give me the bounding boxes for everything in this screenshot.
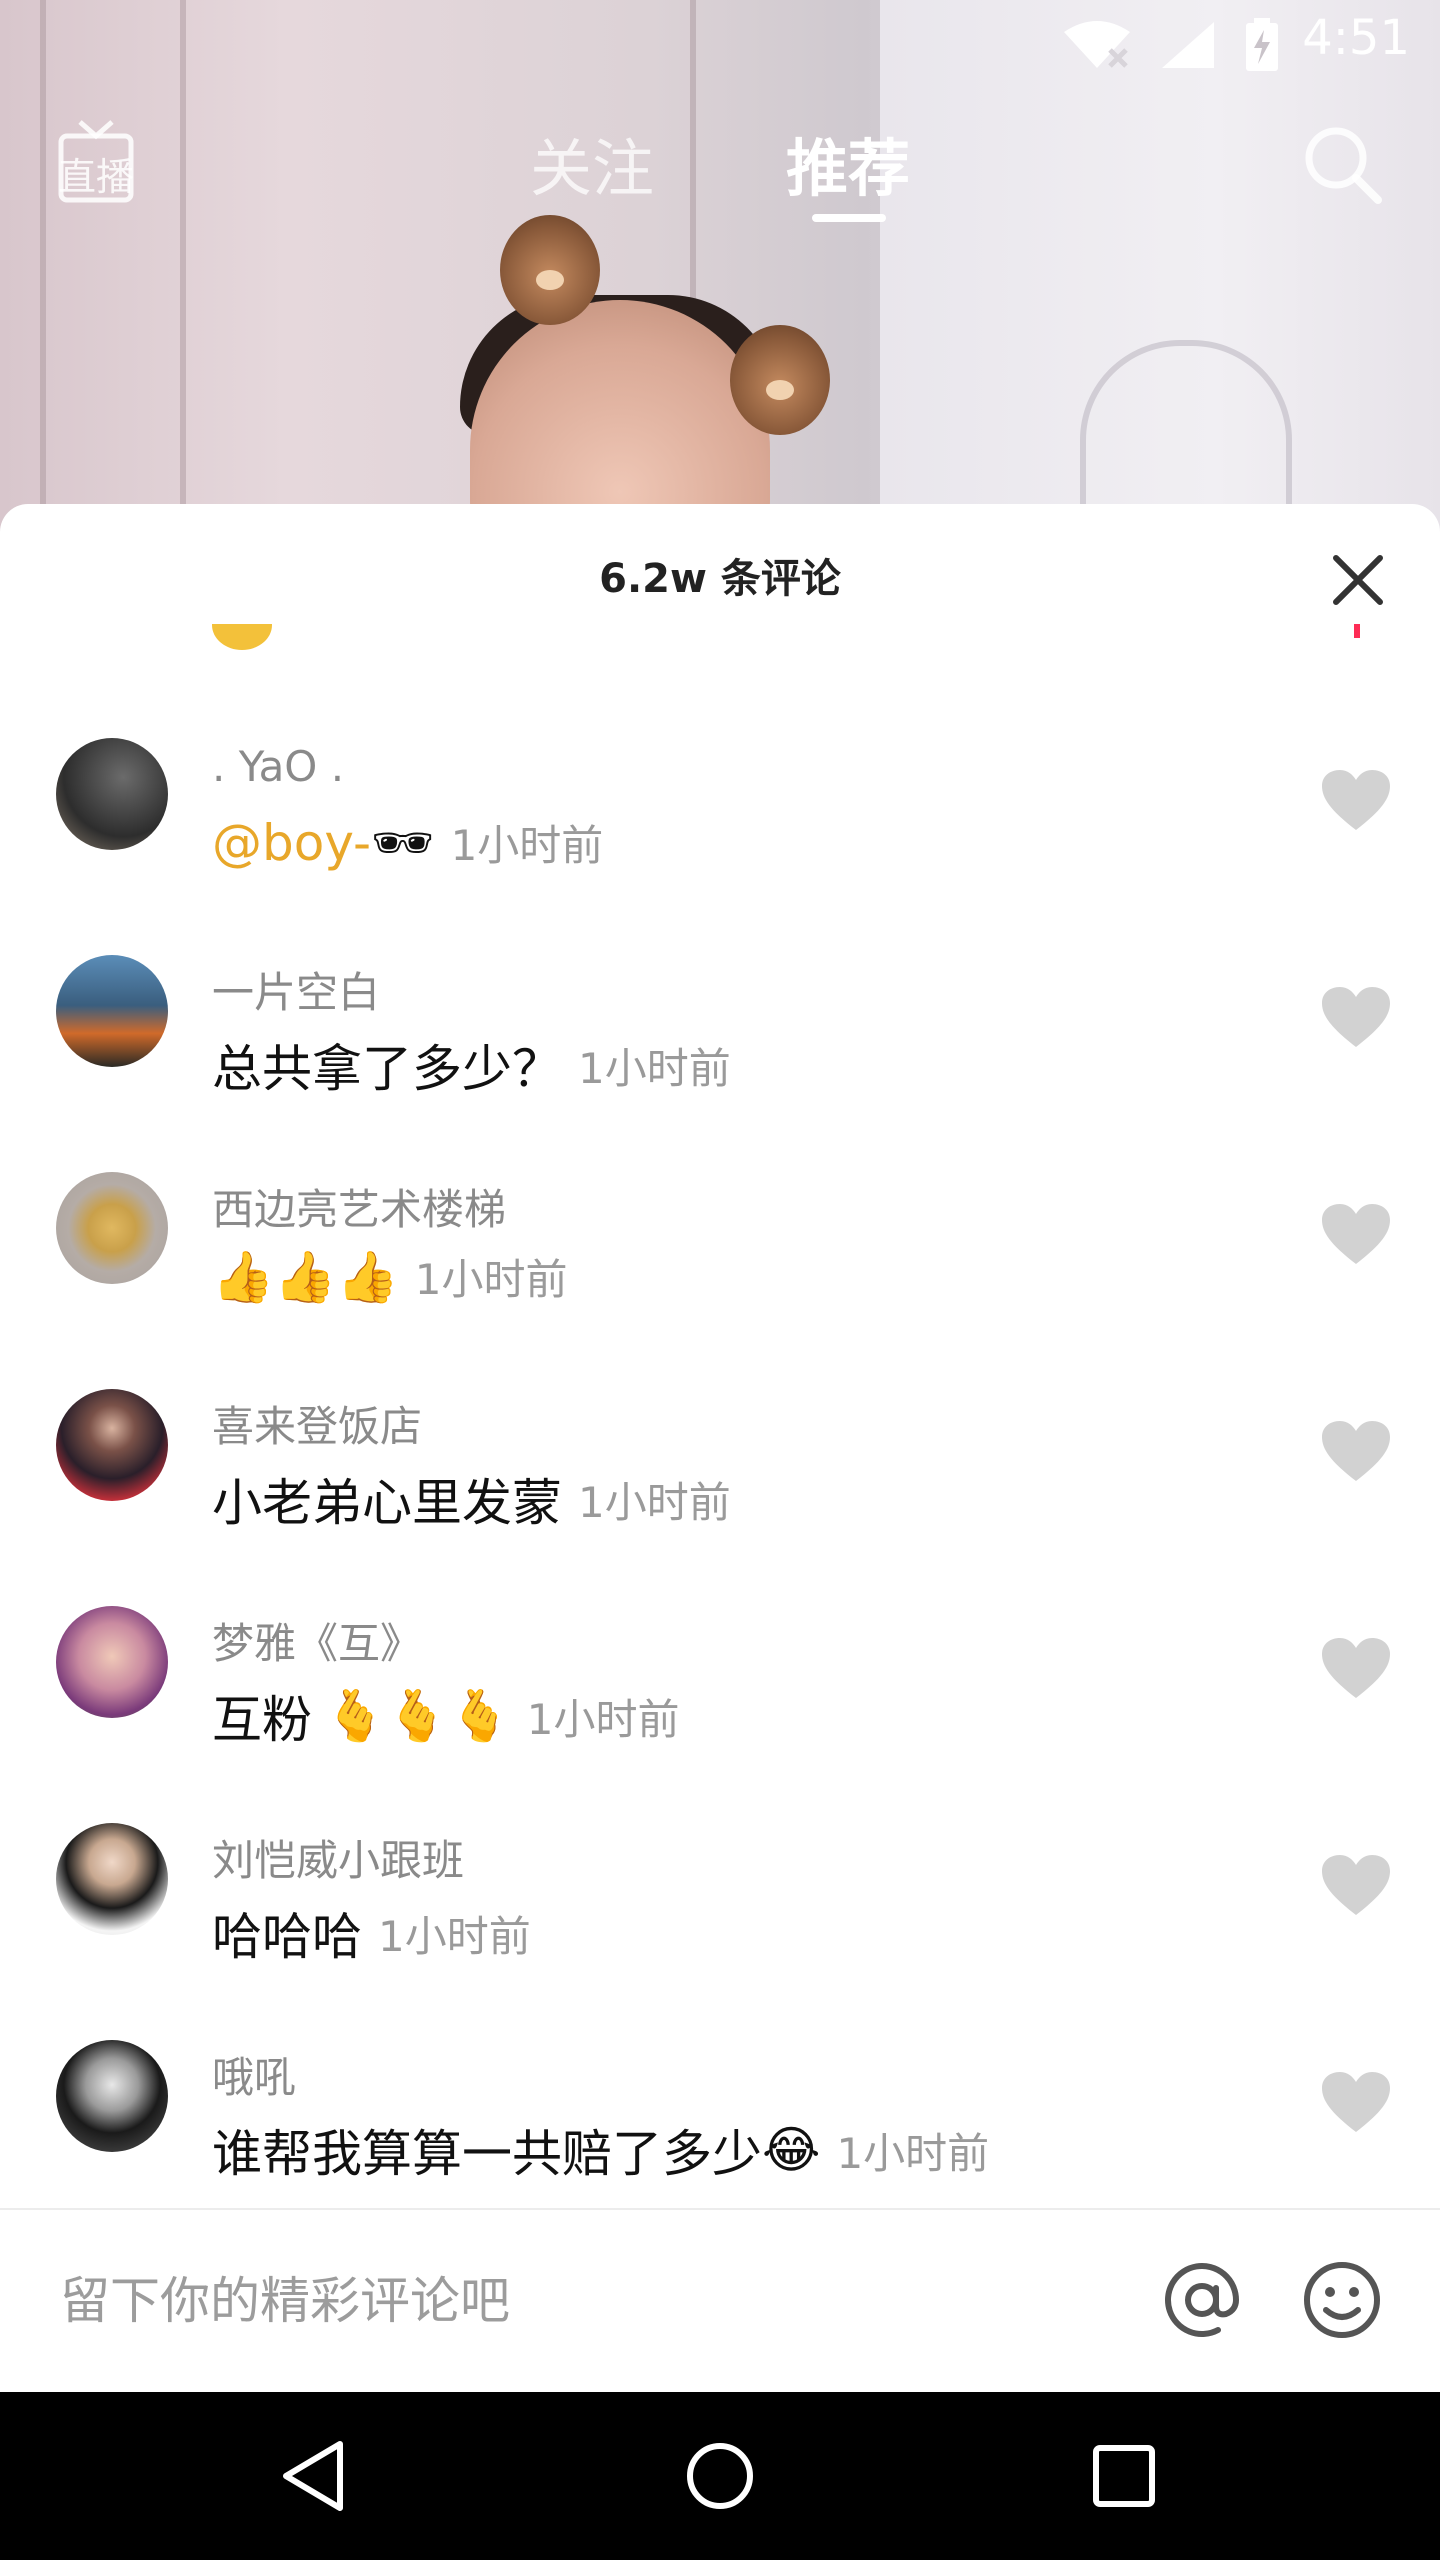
- comment-item[interactable]: 梦雅《互》 互粉 🫰🫰🫰 1小时前: [0, 1606, 1440, 1823]
- search-icon[interactable]: [1300, 122, 1384, 206]
- comment-time: 1小时前: [414, 1255, 568, 1304]
- heart-icon[interactable]: [1320, 1636, 1392, 1700]
- heart-icon[interactable]: [1320, 1419, 1392, 1483]
- back-icon[interactable]: [276, 2436, 356, 2516]
- avatar[interactable]: [56, 955, 168, 1067]
- avatar[interactable]: [56, 1823, 168, 1935]
- comment-item[interactable]: 一片空白 总共拿了多少？ 1小时前: [0, 955, 1440, 1172]
- comment-input-bar: [0, 2208, 1440, 2394]
- comment-text: 谁帮我算算一共赔了多少: [212, 2125, 762, 2183]
- avatar[interactable]: [56, 2040, 168, 2152]
- close-icon[interactable]: [1322, 544, 1394, 616]
- tears-of-joy-emoji-icon: 😂: [762, 2121, 821, 2179]
- comment-username[interactable]: 喜来登饭店: [212, 1393, 422, 1454]
- avatar[interactable]: [56, 1172, 168, 1284]
- tab-recommend[interactable]: 推荐: [786, 118, 910, 208]
- mention-link[interactable]: @boy-: [212, 814, 371, 872]
- heart-icon[interactable]: [1320, 1853, 1392, 1917]
- comment-item[interactable]: . YaO . @boy- 🕶 1小时前: [0, 738, 1440, 955]
- comment-content: 哈哈哈 1小时前: [212, 1897, 531, 1969]
- comment-time: 1小时前: [378, 1911, 531, 1961]
- comment-time: 1小时前: [526, 1694, 680, 1744]
- status-time: 4:51: [1302, 10, 1410, 66]
- system-nav-bar: [0, 2392, 1440, 2560]
- signal-icon: [1162, 22, 1214, 68]
- comment-username[interactable]: 梦雅《互》: [212, 1610, 422, 1671]
- finger-heart-emoji-icon: 🫰🫰🫰: [324, 1687, 511, 1745]
- top-nav: 直播 关注 推荐: [0, 110, 1440, 230]
- comment-item[interactable]: 刘恺威小跟班 哈哈哈 1小时前: [0, 1823, 1440, 2040]
- comment-username[interactable]: 刘恺威小跟班: [212, 1827, 464, 1888]
- wifi-icon: [1064, 21, 1130, 68]
- live-label: 直播: [58, 155, 135, 199]
- comment-content: 互粉 🫰🫰🫰 1小时前: [212, 1680, 680, 1752]
- wall-line: [180, 0, 186, 560]
- comment-content: 谁帮我算算一共赔了多少 😂 1小时前: [212, 2114, 989, 2186]
- comment-username[interactable]: 西边亮艺术楼梯: [212, 1176, 506, 1237]
- like-indicator: [1354, 624, 1360, 638]
- comment-text: 小老弟心里发蒙: [212, 1474, 562, 1532]
- comment-username[interactable]: 一片空白: [212, 959, 380, 1020]
- video-background[interactable]: [0, 0, 1440, 560]
- heart-icon[interactable]: [1320, 2070, 1392, 2134]
- heart-icon[interactable]: [1320, 1202, 1392, 1266]
- comment-item[interactable]: 喜来登饭店 小老弟心里发蒙 1小时前: [0, 1389, 1440, 1606]
- home-icon[interactable]: [680, 2436, 760, 2516]
- comments-count-title: 6.2w 条评论: [599, 556, 841, 602]
- thumbs-up-emoji-icon: 👍👍👍: [212, 1247, 399, 1306]
- bear-ear-right: [730, 325, 830, 435]
- comment-content: 👍👍👍 1小时前: [212, 1246, 568, 1307]
- partial-comment-row: [0, 624, 1440, 664]
- comment-time: 1小时前: [450, 821, 604, 870]
- comment-content: 总共拿了多少？ 1小时前: [212, 1029, 731, 1101]
- emoji-icon: [212, 624, 272, 650]
- status-bar: 4:51: [0, 0, 1440, 84]
- comment-item[interactable]: 西边亮艺术楼梯 👍👍👍 1小时前: [0, 1172, 1440, 1389]
- battery-icon: [1246, 18, 1278, 71]
- heart-icon[interactable]: [1320, 985, 1392, 1049]
- avatar[interactable]: [56, 1389, 168, 1501]
- heart-icon[interactable]: [1320, 768, 1392, 832]
- comment-time: 1小时前: [578, 1043, 731, 1093]
- bear-ear-left: [500, 215, 600, 325]
- avatar[interactable]: [56, 738, 168, 850]
- comment-content: 小老弟心里发蒙 1小时前: [212, 1463, 731, 1535]
- comment-time: 1小时前: [578, 1477, 731, 1527]
- comments-sheet: 6.2w 条评论 . YaO . @boy- 🕶 1小时前 一片空白 总共拿了多…: [0, 504, 1440, 2392]
- active-tab-indicator: [812, 214, 886, 222]
- avatar[interactable]: [56, 1606, 168, 1718]
- comment-time: 1小时前: [836, 2128, 990, 2178]
- comment-username[interactable]: . YaO .: [212, 742, 344, 791]
- sunglasses-emoji-icon: 🕶: [371, 813, 435, 872]
- comment-content: @boy- 🕶 1小时前: [212, 812, 603, 873]
- comment-username[interactable]: 哦吼: [212, 2044, 296, 2105]
- tab-follow[interactable]: 关注: [530, 118, 654, 208]
- live-button[interactable]: 直播: [58, 118, 134, 204]
- at-mention-icon[interactable]: [1162, 2260, 1242, 2340]
- comment-input[interactable]: [58, 2250, 1122, 2352]
- comment-text: 互粉: [212, 1691, 312, 1749]
- comment-text: 总共拿了多少？: [212, 1040, 562, 1098]
- emoji-picker-icon[interactable]: [1302, 2260, 1382, 2340]
- recents-icon[interactable]: [1084, 2436, 1164, 2516]
- wall-line: [40, 0, 46, 560]
- comment-text: 哈哈哈: [212, 1908, 362, 1966]
